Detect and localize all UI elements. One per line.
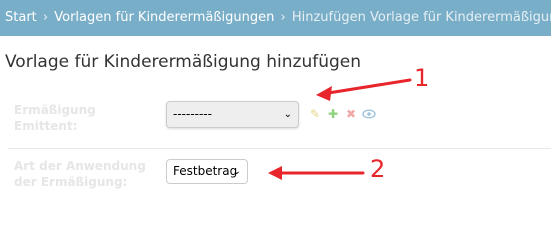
annotation-arrows <box>268 78 412 180</box>
annotation-marker-2: 2 <box>370 155 386 183</box>
annotation-arrow-2 <box>268 166 365 180</box>
annotation-arrow-1 <box>316 78 412 101</box>
annotation-marker-1: 1 <box>414 64 430 92</box>
admin-page: Start › Vorlagen für Kinderermäßigungen … <box>0 0 551 204</box>
